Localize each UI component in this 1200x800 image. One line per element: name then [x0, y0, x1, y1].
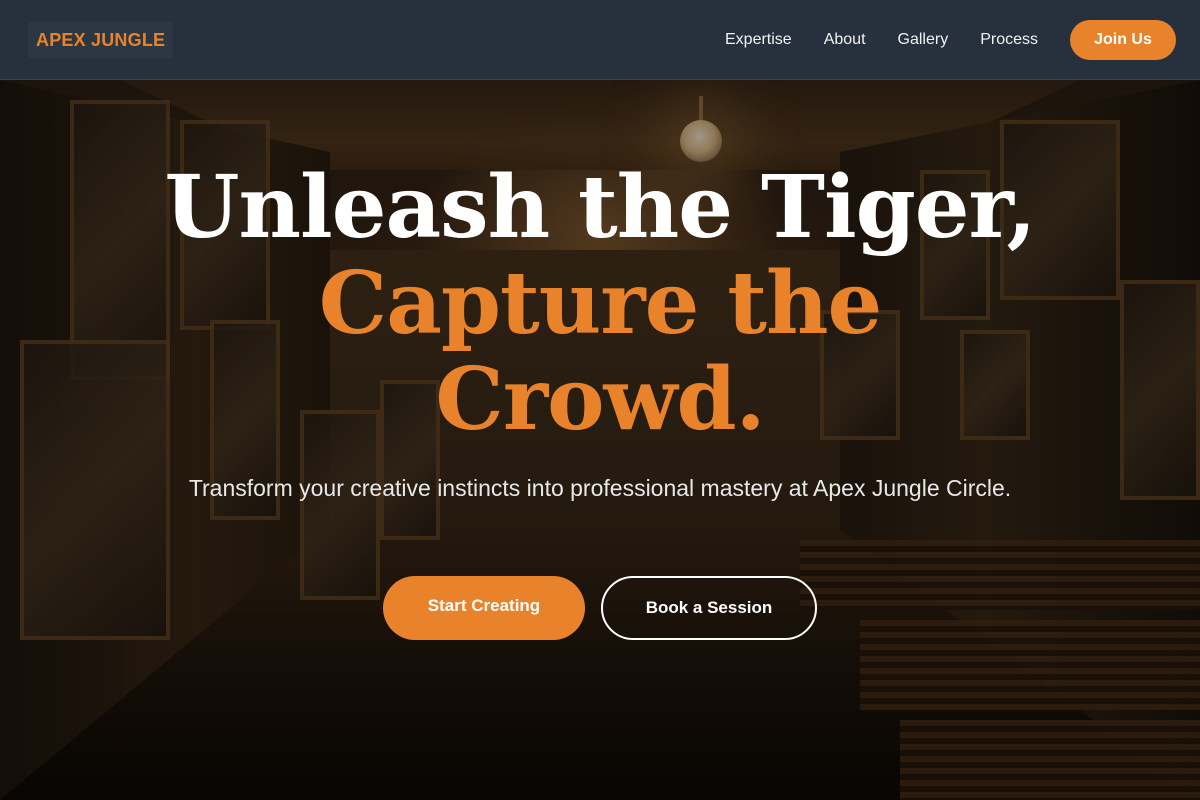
nav-link-expertise[interactable]: Expertise — [725, 31, 792, 49]
nav-link-about[interactable]: About — [824, 31, 866, 49]
hero-title-line-3: Crowd. — [435, 349, 765, 450]
nav-link-gallery[interactable]: Gallery — [898, 31, 949, 49]
hero-title: Unleash the Tiger, Capture the Crowd. — [0, 160, 1200, 448]
hero-subtitle: Transform your creative instincts into p… — [188, 475, 1012, 501]
main-nav: Expertise About Gallery Process — [725, 0, 1038, 80]
nav-link-process[interactable]: Process — [980, 31, 1038, 49]
top-navbar: APEX JUNGLE Expertise About Gallery Proc… — [0, 0, 1200, 80]
book-session-button[interactable]: Book a Session — [601, 576, 817, 640]
join-us-button[interactable]: Join Us — [1070, 20, 1176, 60]
hero-title-line-2: Capture the — [318, 253, 883, 354]
brand-logo[interactable]: APEX JUNGLE — [28, 22, 174, 58]
hero-title-line-1: Unleash the Tiger, — [164, 157, 1037, 258]
start-creating-button[interactable]: Start Creating — [383, 576, 585, 640]
landing-page: APEX JUNGLE Expertise About Gallery Proc… — [0, 0, 1200, 800]
